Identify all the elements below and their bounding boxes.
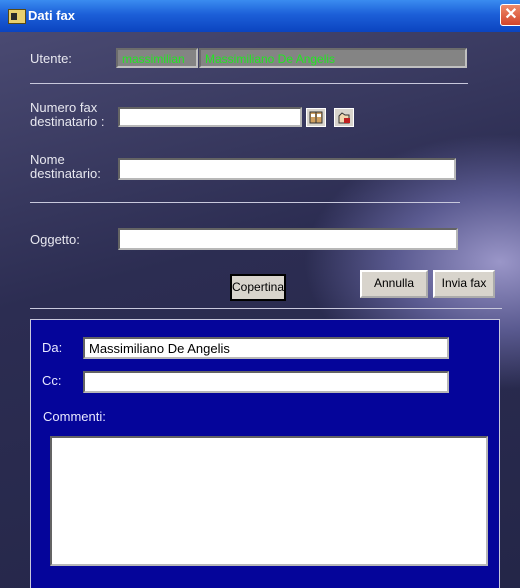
hand-pick-button[interactable]: [334, 108, 354, 127]
da-label: Da:: [42, 340, 63, 355]
separator: [30, 308, 502, 309]
window-title: Dati fax: [28, 8, 75, 23]
numero-fax-label-line2: destinatario :: [30, 114, 105, 129]
numero-fax-input[interactable]: [118, 107, 302, 127]
utente-label: Utente:: [30, 51, 72, 66]
commenti-textarea[interactable]: [50, 436, 488, 566]
utente-username-field: massimilian: [116, 48, 198, 68]
close-icon: ✕: [504, 6, 518, 23]
oggetto-input[interactable]: [118, 228, 458, 250]
cover-sheet-panel: Da: Massimiliano De Angelis Cc: Commenti…: [30, 319, 500, 588]
oggetto-label: Oggetto:: [30, 232, 80, 247]
hand-pick-icon: [338, 112, 350, 124]
address-book-icon: [309, 111, 323, 124]
copertina-button[interactable]: Copertina: [230, 274, 286, 301]
numero-fax-label-line1: Numero fax: [30, 100, 98, 115]
annulla-button[interactable]: Annulla: [360, 270, 428, 298]
da-input[interactable]: Massimiliano De Angelis: [83, 337, 449, 359]
separator: [30, 202, 460, 203]
title-bar[interactable]: Dati fax ✕: [0, 0, 520, 32]
close-button[interactable]: ✕: [500, 4, 520, 26]
dialog-body: Utente: massimilian Massimiliano De Ange…: [0, 32, 520, 588]
nome-label-line2: destinatario:: [30, 166, 101, 181]
fax-window-icon: [8, 9, 26, 24]
nome-label: Nome destinatario:: [30, 153, 101, 181]
cc-label: Cc:: [42, 373, 62, 388]
nome-input[interactable]: [118, 158, 456, 180]
utente-fullname-field: Massimiliano De Angelis: [199, 48, 467, 68]
fax-dialog: Dati fax ✕ Utente: massimilian Massimili…: [0, 0, 520, 588]
address-book-button[interactable]: [306, 108, 326, 127]
commenti-label: Commenti:: [43, 409, 106, 424]
numero-fax-label: Numero fax destinatario :: [30, 101, 104, 129]
invia-fax-button[interactable]: Invia fax: [433, 270, 495, 298]
cc-input[interactable]: [83, 371, 449, 393]
separator: [30, 83, 468, 84]
nome-label-line1: Nome: [30, 152, 65, 167]
